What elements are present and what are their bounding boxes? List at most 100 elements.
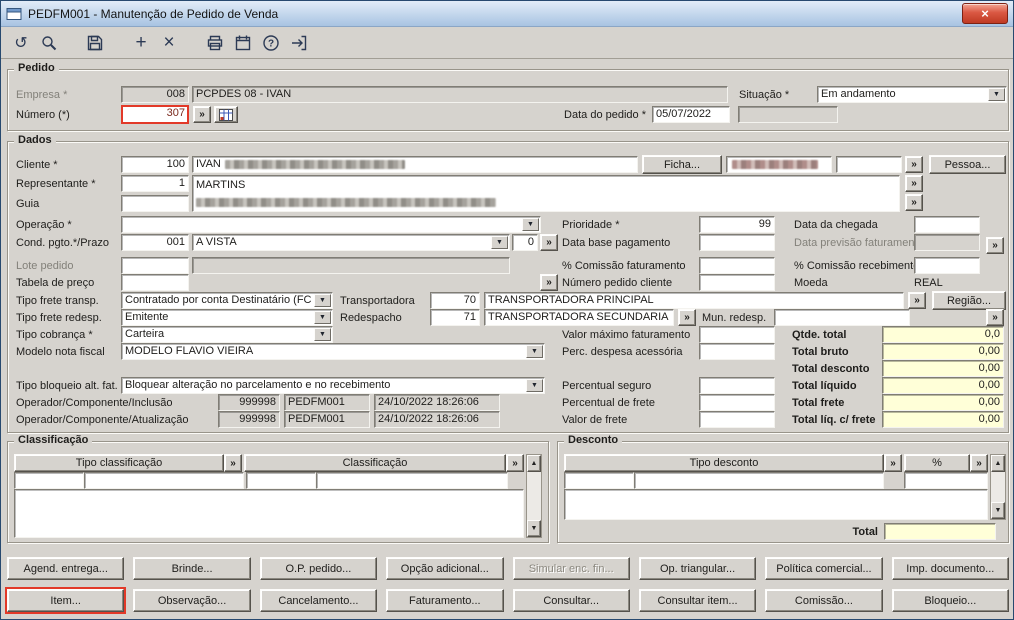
consultar-button[interactable]: Consultar...: [512, 589, 630, 612]
data-pedido-field[interactable]: 05/07/2022: [652, 106, 730, 123]
data-base-field[interactable]: [699, 234, 775, 251]
representante-more-button[interactable]: »: [905, 175, 923, 192]
comissao-button[interactable]: Comissão...: [765, 589, 883, 612]
prioridade-field[interactable]: 99: [699, 216, 775, 233]
brinde-button[interactable]: Brinde...: [133, 557, 251, 580]
close-button[interactable]: ×: [962, 3, 1008, 24]
transportadora-more-button[interactable]: »: [908, 292, 926, 309]
add-button[interactable]: +: [129, 31, 153, 55]
tabela-preco-field[interactable]: [121, 274, 189, 291]
redespacho-code-field[interactable]: 71: [430, 309, 480, 326]
cond-pgto-more-button[interactable]: »: [540, 234, 558, 251]
tipo-desconto-code-cell[interactable]: [564, 472, 634, 489]
schedule-button[interactable]: [231, 31, 255, 55]
politica-comercial-button[interactable]: Política comercial...: [765, 557, 883, 580]
bloqueio-button[interactable]: Bloqueio...: [891, 589, 1009, 612]
perc-frete-field[interactable]: [699, 394, 775, 411]
exit-button[interactable]: [287, 31, 311, 55]
tipo-bloqueio-select[interactable]: Bloquear alteração no parcelamento e no …: [121, 377, 545, 394]
tipo-classificacao-code-cell[interactable]: [14, 472, 84, 489]
comissao-rec-field[interactable]: [914, 257, 980, 274]
representante-code-field[interactable]: 1: [121, 175, 189, 192]
cliente-name-field[interactable]: IVAN: [192, 156, 638, 173]
print-button[interactable]: [203, 31, 227, 55]
faturamento-button[interactable]: Faturamento...: [386, 589, 504, 612]
tabela-preco-more-button[interactable]: »: [540, 274, 558, 291]
tipo-frete-transp-select[interactable]: Contratado por conta Destinatário (FC ▼: [121, 292, 333, 309]
cliente-more-button[interactable]: »: [905, 156, 923, 173]
redespacho-name-field[interactable]: TRANSPORTADORA SECUNDARIA: [484, 309, 674, 326]
perc-seguro-field[interactable]: [699, 377, 775, 394]
transportadora-code-field[interactable]: 70: [430, 292, 480, 309]
guia-field[interactable]: [121, 195, 189, 212]
tipo-classificacao-more-button[interactable]: »: [224, 454, 242, 472]
scroll-up-icon[interactable]: ▲: [527, 455, 541, 472]
total-bruto-label: Total bruto: [792, 346, 849, 358]
numero-more-button[interactable]: »: [193, 106, 211, 123]
regiao-button[interactable]: Região...: [932, 291, 1006, 310]
cliente-extra-field[interactable]: [836, 156, 902, 173]
num-pedido-cliente-field[interactable]: [699, 274, 775, 291]
classificacao-grid[interactable]: [14, 489, 524, 538]
valor-frete-field[interactable]: [699, 411, 775, 428]
cond-pgto-select[interactable]: A VISTA ▼: [192, 234, 510, 251]
percentual-cell[interactable]: [904, 472, 988, 489]
scroll-down-icon[interactable]: ▼: [527, 520, 541, 537]
add-icon: +: [135, 32, 147, 53]
guia-more-button[interactable]: »: [905, 194, 923, 211]
modelo-nf-select[interactable]: MODELO FLAVIO VIEIRA ▼: [121, 343, 545, 360]
help-button[interactable]: ?: [259, 31, 283, 55]
imp-documento-button[interactable]: Imp. documento...: [891, 557, 1009, 580]
save-button[interactable]: [83, 31, 107, 55]
desconto-grid[interactable]: [564, 489, 988, 520]
classificacao-more-button[interactable]: »: [506, 454, 524, 472]
data-chegada-field[interactable]: [914, 216, 980, 233]
title-bar[interactable]: PEDFM001 - Manutenção de Pedido de Venda…: [1, 1, 1013, 27]
bottom-button-row-1: Agend. entrega... Brinde... O.P. pedido.…: [7, 557, 1009, 580]
redespacho-more-button[interactable]: »: [678, 309, 696, 326]
scroll-up-icon[interactable]: ▲: [991, 455, 1005, 472]
chevron-down-icon: ▼: [314, 294, 331, 307]
classificacao-code-cell[interactable]: [246, 472, 316, 489]
tipo-cobranca-select[interactable]: Carteira ▼: [121, 326, 333, 343]
opcao-adicional-button[interactable]: Opção adicional...: [386, 557, 504, 580]
cancelamento-button[interactable]: Cancelamento...: [259, 589, 378, 612]
delete-button[interactable]: ×: [157, 31, 181, 55]
mun-redesp-more-button[interactable]: »: [986, 309, 1004, 326]
numero-field[interactable]: 307: [121, 105, 189, 124]
classificacao-scrollbar[interactable]: ▲ ▼: [526, 454, 542, 538]
prazo-field[interactable]: 0: [512, 234, 538, 251]
transportadora-name-field[interactable]: TRANSPORTADORA PRINCIPAL: [484, 292, 904, 309]
ficha-button[interactable]: Ficha...: [642, 155, 722, 174]
perc-despesa-field[interactable]: [699, 343, 775, 360]
representante-name-field[interactable]: MARTINS: [192, 175, 900, 212]
desconto-scrollbar[interactable]: ▲ ▼: [990, 454, 1006, 520]
scroll-down-icon[interactable]: ▼: [991, 502, 1005, 519]
percentual-more-button[interactable]: »: [970, 454, 988, 472]
situacao-select[interactable]: Em andamento ▼: [817, 86, 1007, 103]
comissao-fat-field[interactable]: [699, 257, 775, 274]
cliente-info-field[interactable]: [726, 156, 832, 173]
op-triangular-button[interactable]: Op. triangular...: [638, 557, 757, 580]
tipo-desconto-cell[interactable]: [634, 472, 884, 489]
lote-code-field[interactable]: [121, 257, 189, 274]
consultar-item-button[interactable]: Consultar item...: [638, 589, 757, 612]
pessoa-button[interactable]: Pessoa...: [929, 155, 1006, 174]
cliente-code-field[interactable]: 100: [121, 156, 189, 173]
mun-redesp-field[interactable]: [774, 309, 910, 326]
operacao-select[interactable]: ▼: [121, 216, 541, 233]
tipo-desconto-more-button[interactable]: »: [884, 454, 902, 472]
tipo-frete-redesp-select[interactable]: Emitente ▼: [121, 309, 333, 326]
valor-max-fat-field[interactable]: [699, 326, 775, 343]
classificacao-cell[interactable]: [316, 472, 508, 489]
undo-button[interactable]: ↺: [9, 31, 33, 55]
data-previsao-more-button[interactable]: »: [986, 237, 1004, 254]
numero-lookup-button[interactable]: [214, 106, 238, 123]
op-pedido-button[interactable]: O.P. pedido...: [259, 557, 378, 580]
observacao-button[interactable]: Observação...: [133, 589, 251, 612]
search-button[interactable]: [37, 31, 61, 55]
tipo-classificacao-cell[interactable]: [84, 472, 244, 489]
item-button[interactable]: Item...: [4, 587, 127, 614]
cond-pgto-code-field[interactable]: 001: [121, 234, 189, 251]
agend-entrega-button[interactable]: Agend. entrega...: [7, 557, 125, 580]
